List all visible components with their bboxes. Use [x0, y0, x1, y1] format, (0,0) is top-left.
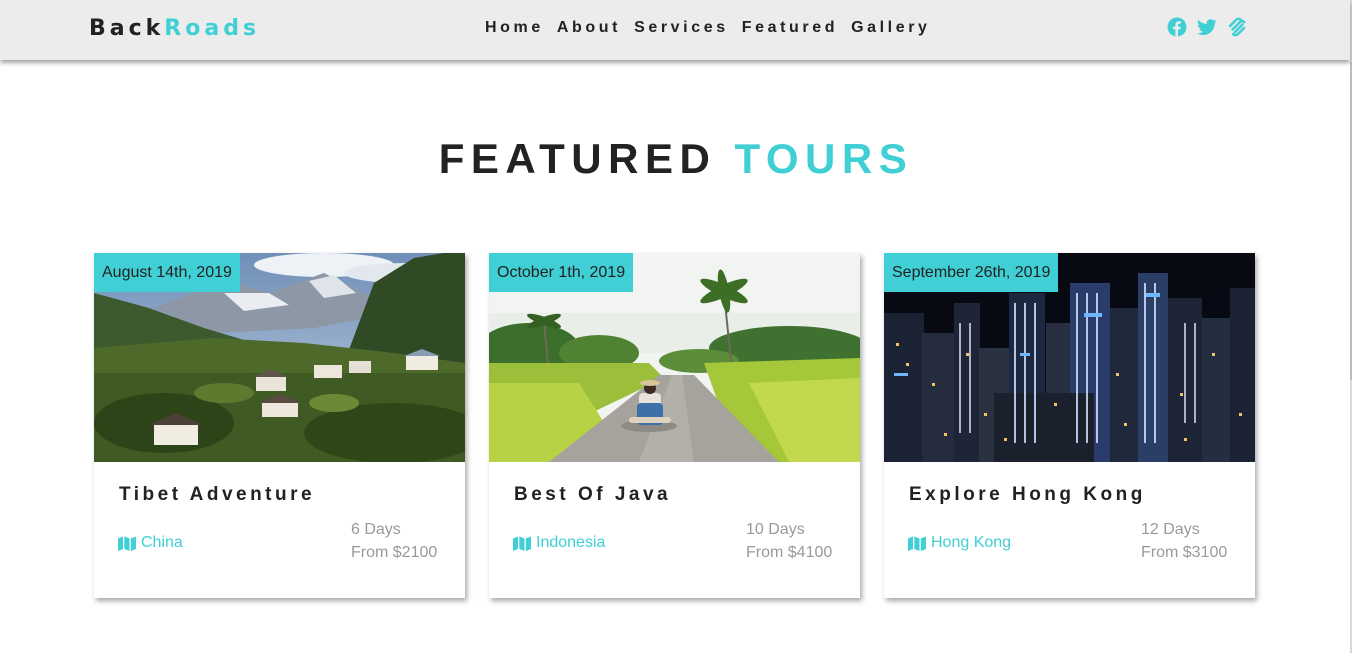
tour-location-label: Indonesia	[536, 534, 606, 551]
nav-link-gallery[interactable]: Gallery	[851, 18, 930, 38]
tour-title[interactable]: Tibet Adventure	[119, 484, 315, 506]
tour-card-java[interactable]: October 1th, 2019 Best Of Java Indonesia…	[489, 253, 860, 598]
tour-title[interactable]: Best Of Java	[514, 484, 671, 506]
navbar: BackRoads Home About Services Featured G…	[0, 0, 1350, 60]
nav-link-home[interactable]: Home	[485, 18, 544, 38]
tour-location: Indonesia	[513, 533, 605, 553]
tour-card-hong-kong[interactable]: September 26th, 2019 Explore Hong Kong H…	[884, 253, 1255, 598]
tour-date-badge: August 14th, 2019	[94, 253, 240, 292]
nav-link-about[interactable]: About	[557, 18, 621, 38]
tour-info: 12 Days From $3100	[1141, 518, 1227, 564]
tour-duration: 6 Days	[351, 521, 401, 538]
map-icon	[513, 536, 531, 551]
map-icon	[908, 536, 926, 551]
tour-location-label: China	[141, 534, 183, 551]
facebook-icon[interactable]	[1167, 17, 1187, 37]
tour-title[interactable]: Explore Hong Kong	[909, 484, 1146, 506]
map-icon	[118, 536, 136, 551]
nav-link-featured[interactable]: Featured	[742, 18, 838, 38]
tour-location: China	[118, 533, 183, 553]
tour-date-badge: September 26th, 2019	[884, 253, 1059, 292]
tour-image-hong-kong[interactable]: September 26th, 2019	[884, 253, 1255, 462]
nav-link-services[interactable]: Services	[634, 18, 729, 38]
tour-location: Hong Kong	[908, 533, 1011, 553]
tour-image-tibet[interactable]: August 14th, 2019	[94, 253, 465, 462]
tour-info: 6 Days From $2100	[351, 518, 437, 564]
logo-part-back: Back	[89, 16, 165, 41]
section-title: FEATURED TOURS	[0, 134, 1352, 184]
tour-duration: 12 Days	[1141, 521, 1200, 538]
squarespace-icon[interactable]	[1227, 17, 1247, 37]
tour-price: From $2100	[351, 544, 438, 561]
tour-date-badge: October 1th, 2019	[489, 253, 634, 292]
nav-links: Home About Services Featured Gallery	[485, 18, 931, 38]
tour-card-tibet[interactable]: August 14th, 2019 Tibet Adventure China …	[94, 253, 465, 598]
tour-price: From $4100	[746, 544, 833, 561]
logo-part-roads: Roads	[164, 16, 261, 41]
tour-duration: 10 Days	[746, 521, 805, 538]
section-title-featured: FEATURED	[438, 135, 717, 182]
tour-image-java[interactable]: October 1th, 2019	[489, 253, 860, 462]
logo[interactable]: BackRoads	[89, 15, 260, 43]
section-title-tours: TOURS	[734, 135, 914, 182]
twitter-icon[interactable]	[1197, 17, 1217, 37]
tour-price: From $3100	[1141, 544, 1228, 561]
social-links	[1167, 17, 1247, 37]
tour-info: 10 Days From $4100	[746, 518, 832, 564]
tour-location-label: Hong Kong	[931, 534, 1012, 551]
